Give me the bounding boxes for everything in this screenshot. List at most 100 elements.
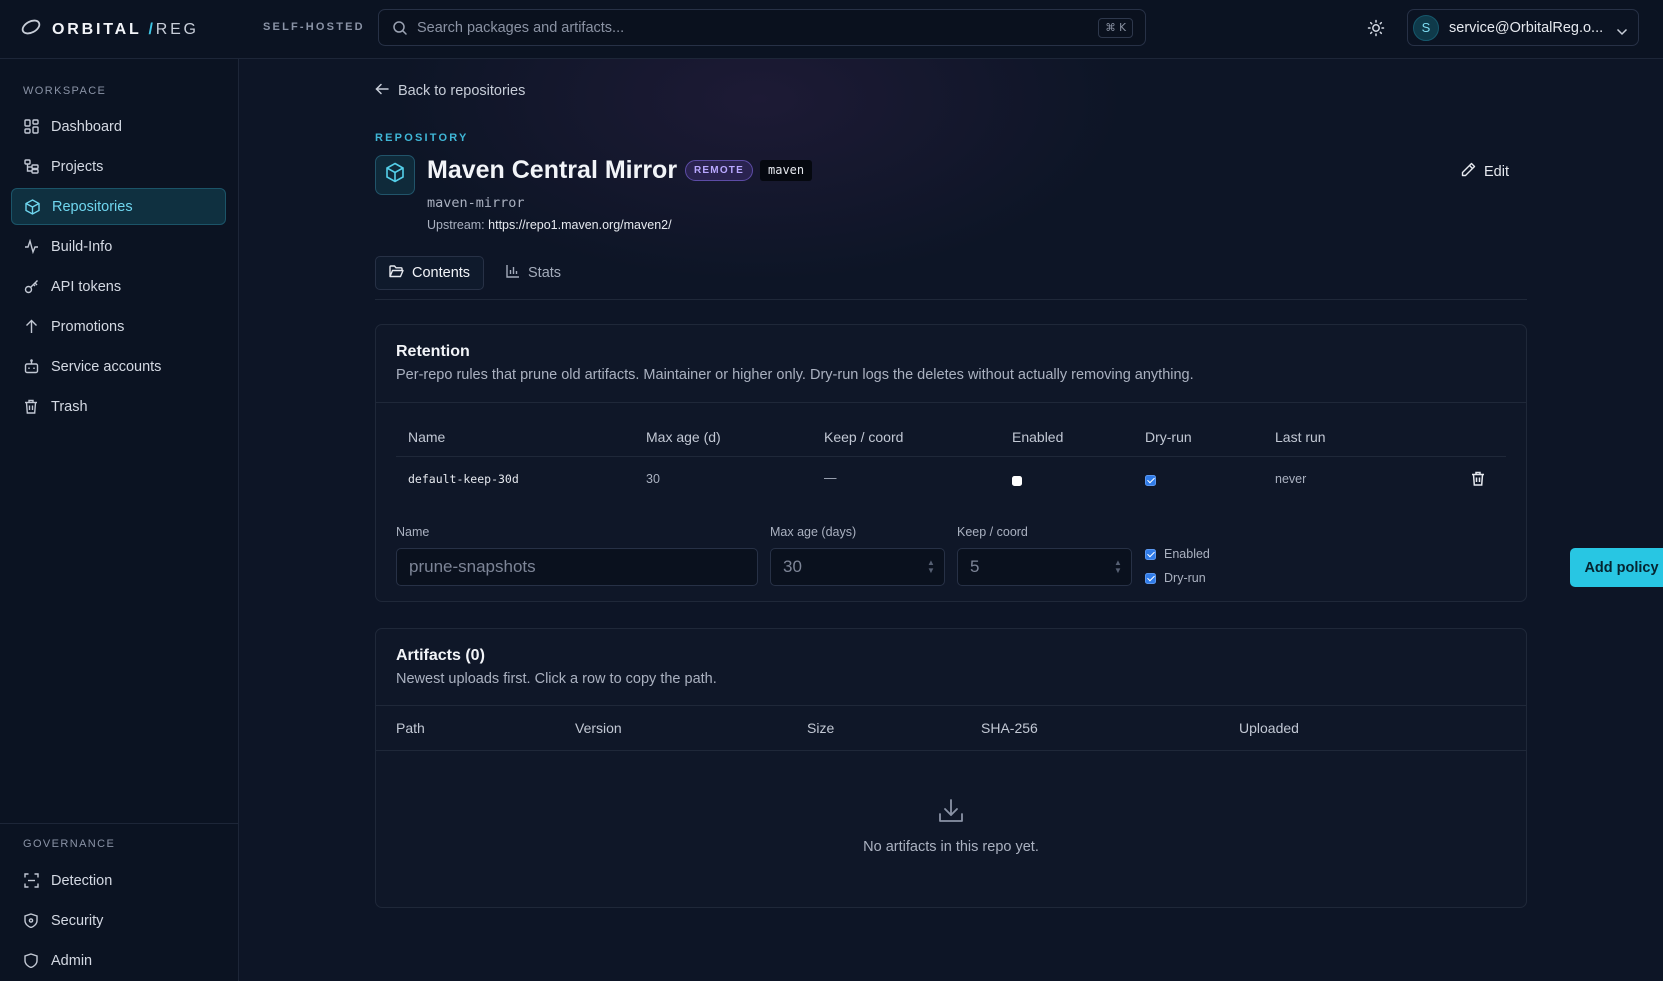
key-icon	[23, 279, 39, 295]
page-eyebrow: REPOSITORY	[375, 132, 469, 144]
sidebar-item-api-tokens[interactable]: API tokens	[11, 268, 226, 305]
add-policy-button[interactable]: Add policy	[1570, 548, 1663, 587]
name-field-label: Name	[396, 525, 430, 539]
package-icon	[385, 162, 405, 188]
search-icon	[392, 20, 408, 41]
col-header-last-run: Last run	[1275, 429, 1326, 445]
edit-label: Edit	[1484, 163, 1509, 180]
sidebar-item-label: Promotions	[51, 318, 125, 335]
keep-stepper[interactable]: ▲ ▼	[1113, 559, 1123, 575]
page-title: Maven Central Mirror	[427, 156, 678, 184]
col-header-sha256: SHA-256	[981, 720, 1038, 736]
enabled-checkbox-field[interactable]: Enabled	[1145, 547, 1210, 561]
folder-tree-icon	[23, 159, 39, 175]
back-to-repositories-link[interactable]: Back to repositories	[375, 83, 525, 99]
sidebar-item-label: Dashboard	[51, 118, 122, 135]
sidebar-item-label: Trash	[51, 398, 88, 415]
sidebar-item-security[interactable]: Security	[11, 902, 226, 939]
col-header-version: Version	[575, 720, 622, 736]
col-header-uploaded: Uploaded	[1239, 720, 1299, 736]
search-input[interactable]	[417, 19, 1097, 36]
policy-last-run: never	[1275, 472, 1307, 486]
artifacts-header-divider	[376, 750, 1526, 751]
package-icon	[24, 198, 40, 215]
download-icon	[937, 799, 965, 829]
table-header-divider	[396, 456, 1506, 457]
keep-input[interactable]	[957, 548, 1132, 586]
delete-policy-button[interactable]	[1471, 471, 1485, 491]
main-content: Back to repositories REPOSITORY Maven Ce…	[239, 59, 1663, 981]
col-header-keep: Keep / coord	[824, 429, 904, 445]
brand-name: ORBITAL /REG	[52, 20, 199, 38]
bot-icon	[23, 359, 39, 375]
upstream-url[interactable]: https://repo1.maven.org/maven2/	[488, 218, 671, 232]
sidebar-item-admin[interactable]: Admin	[11, 942, 226, 979]
sidebar-item-projects[interactable]: Projects	[11, 148, 226, 185]
deployment-badge: SELF-HOSTED	[263, 21, 365, 33]
sidebar-item-promotions[interactable]: Promotions	[11, 308, 226, 345]
activity-icon	[23, 239, 39, 255]
col-header-size: Size	[807, 720, 835, 736]
col-header-enabled: Enabled	[1012, 429, 1064, 445]
col-header-path: Path	[396, 720, 425, 736]
sidebar-item-label: Service accounts	[51, 358, 162, 375]
dry-run-checkbox[interactable]	[1145, 572, 1156, 584]
empty-state	[376, 797, 1526, 830]
policy-enabled-checkbox[interactable]	[1012, 476, 1022, 486]
sidebar-item-label: Admin	[51, 952, 93, 969]
enabled-checkbox[interactable]	[1145, 548, 1156, 560]
tab-label: Contents	[412, 265, 471, 281]
enabled-label: Enabled	[1164, 547, 1210, 561]
trash-icon	[23, 399, 39, 415]
dry-run-checkbox-field[interactable]: Dry-run	[1145, 571, 1206, 585]
sidebar-item-build-info[interactable]: Build-Info	[11, 228, 226, 265]
policy-name-input[interactable]	[396, 548, 758, 586]
back-label: Back to repositories	[398, 83, 526, 99]
avatar: S	[1413, 14, 1439, 41]
upstream-line: Upstream: https://repo1.maven.org/maven2…	[427, 218, 672, 232]
sidebar-item-repositories[interactable]: Repositories	[11, 188, 226, 225]
repo-key: maven-mirror	[427, 195, 525, 211]
policy-dry-run-checkbox[interactable]	[1145, 475, 1156, 486]
max-age-input[interactable]	[770, 548, 945, 586]
sidebar-item-trash[interactable]: Trash	[11, 388, 226, 425]
search-shortcut-hint: ⌘ K	[1098, 18, 1133, 38]
shield-icon	[23, 913, 39, 929]
arrow-up-icon	[23, 319, 39, 335]
artifacts-title: Artifacts (0)	[396, 647, 485, 664]
upstream-label: Upstream:	[427, 218, 485, 232]
retention-title: Retention	[396, 343, 470, 360]
sidebar-item-detection[interactable]: Detection	[11, 862, 226, 899]
sidebar-item-label: API tokens	[51, 278, 122, 295]
tab-stats[interactable]: Stats	[493, 256, 574, 290]
sidebar-section-governance: GOVERNANCE	[23, 838, 116, 850]
theme-toggle-button[interactable]	[1365, 17, 1387, 39]
max-age-stepper[interactable]: ▲ ▼	[926, 559, 936, 575]
sidebar-item-label: Projects	[51, 158, 104, 175]
tab-label: Stats	[528, 265, 562, 281]
policy-max-age: 30	[646, 472, 660, 486]
dry-run-label: Dry-run	[1164, 571, 1206, 585]
account-menu[interactable]: S service@OrbitalReg.o...	[1407, 9, 1639, 46]
keep-field-label: Keep / coord	[957, 525, 1028, 539]
repository-avatar	[375, 155, 415, 195]
brand-logo[interactable]: ORBITAL /REG	[20, 17, 199, 42]
grid-icon	[23, 119, 39, 135]
shield-admin-icon	[23, 953, 39, 969]
max-age-field-label: Max age (days)	[770, 525, 857, 539]
arrow-left-icon	[375, 83, 389, 99]
app-root: ORBITAL /REG SELF-HOSTED ⌘ K	[0, 0, 1663, 981]
policy-name: default-keep-30d	[408, 472, 519, 486]
sidebar-item-service-accounts[interactable]: Service accounts	[11, 348, 226, 385]
edit-button[interactable]: Edit	[1461, 162, 1509, 181]
pencil-icon	[1461, 162, 1476, 181]
scan-icon	[23, 873, 39, 889]
col-header-dry-run: Dry-run	[1145, 429, 1192, 445]
sidebar-item-label: Detection	[51, 872, 113, 889]
retention-divider	[376, 402, 1526, 403]
col-header-max-age: Max age (d)	[646, 429, 721, 445]
sidebar-item-dashboard[interactable]: Dashboard	[11, 108, 226, 145]
retention-subtitle: Per-repo rules that prune old artifacts.…	[396, 367, 1194, 383]
global-search[interactable]: ⌘ K	[378, 9, 1146, 46]
tab-contents[interactable]: Contents	[375, 256, 485, 290]
